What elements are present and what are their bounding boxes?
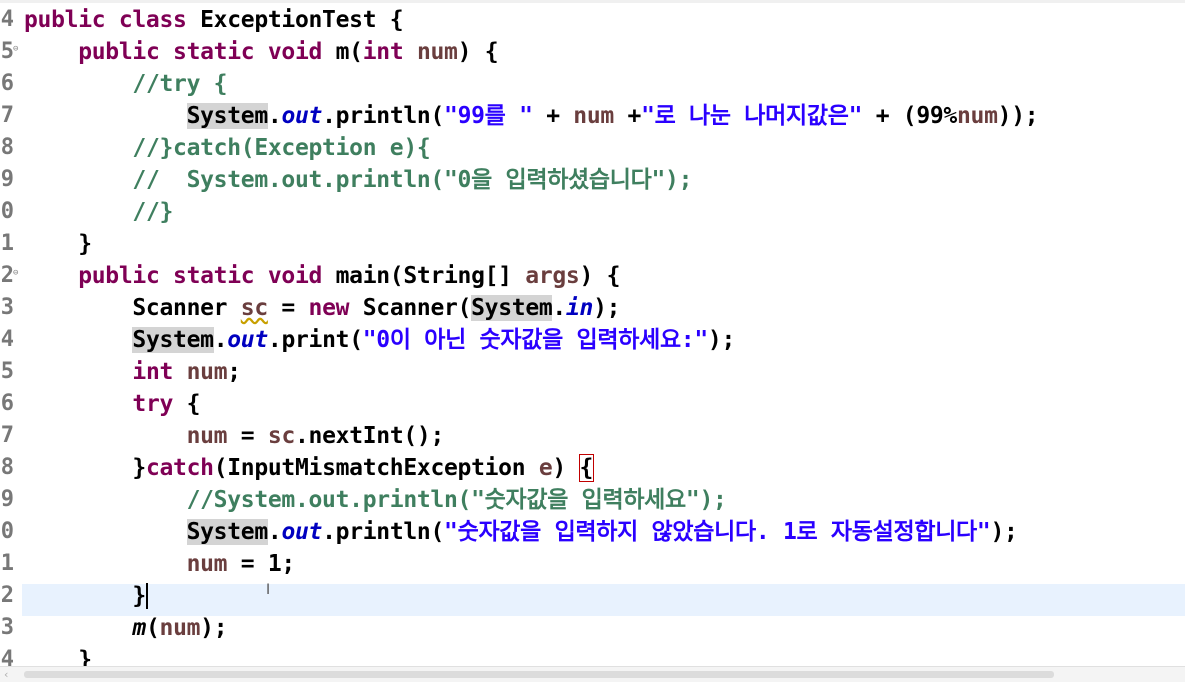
horizontal-scrollbar[interactable]: ‹ (0, 666, 1185, 682)
line-number: 4 (0, 7, 14, 32)
code-line[interactable]: 9 // System.out.println("0을 입력하셨습니다"); (0, 164, 1185, 196)
code-text[interactable]: //}catch(Exception e){ (24, 132, 430, 164)
code-line[interactable]: 4 System.out.print("0이 아닌 숫자값을 입력하세요:"); (0, 324, 1185, 356)
line-number-gutter[interactable]: 7 (0, 420, 22, 452)
code-line[interactable]: 4 public class ExceptionTest { (0, 4, 1185, 36)
line-number-gutter[interactable]: 1 (0, 548, 22, 580)
line-number: 0 (0, 199, 14, 224)
code-text[interactable]: num = 1; (24, 548, 296, 580)
code-line[interactable]: 5 ⊖ public static void m(int num) { (0, 36, 1185, 68)
line-number: 2 (0, 263, 14, 288)
line-number: 1 (0, 551, 14, 576)
line-number: 9 (0, 167, 14, 192)
code-line[interactable]: 1 num = 1; (0, 548, 1185, 580)
scrollbar-thumb[interactable] (24, 671, 1054, 678)
line-number: 7 (0, 423, 14, 448)
line-number-gutter[interactable]: 3 (0, 612, 22, 644)
code-text[interactable]: //System.out.println("숫자값을 입력하세요"); (24, 484, 727, 516)
line-number: 6 (0, 391, 14, 416)
line-number: 7 (0, 103, 14, 128)
code-text[interactable]: Scanner sc = new Scanner(System.in); (24, 292, 621, 324)
code-text[interactable]: try { (24, 388, 200, 420)
code-text[interactable]: }catch(InputMismatchException e) { (24, 452, 595, 484)
line-number-gutter[interactable]: 3 (0, 292, 22, 324)
code-editor[interactable]: 4 public class ExceptionTest { 5 ⊖ public… (0, 0, 1185, 682)
code-line[interactable]: 3 Scanner sc = new Scanner(System.in); (0, 292, 1185, 324)
line-number-gutter[interactable]: 8 (0, 132, 22, 164)
line-number: 1 (0, 231, 14, 256)
fold-collapse-icon[interactable]: ⊖ (13, 268, 18, 278)
line-number: 0 (0, 519, 14, 544)
line-number: 4 (0, 327, 14, 352)
line-number: 8 (0, 135, 14, 160)
code-text[interactable]: System.out.println("99를 " + num +"로 나눈 나… (24, 100, 1039, 132)
line-number-gutter[interactable]: 7 (0, 100, 22, 132)
code-text[interactable]: //try { (24, 68, 227, 100)
line-number: 3 (0, 615, 14, 640)
code-text[interactable]: } (24, 228, 92, 260)
code-line[interactable]: 9 //System.out.println("숫자값을 입력하세요"); (0, 484, 1185, 516)
line-number-gutter[interactable]: 8 (0, 452, 22, 484)
line-number-gutter[interactable]: 5 (0, 356, 22, 388)
code-text[interactable]: m(num); (24, 612, 227, 644)
code-text[interactable]: System.out.println("숫자값을 입력하지 않았습니다. 1로 … (24, 516, 1018, 548)
code-line[interactable]: 8 //}catch(Exception e){ (0, 132, 1185, 164)
text-cursor-icon: I (266, 582, 271, 598)
scroll-left-icon[interactable]: ‹ (4, 667, 8, 682)
code-text[interactable]: System.out.print("0이 아닌 숫자값을 입력하세요:"); (24, 324, 735, 356)
line-number-gutter[interactable]: 4 (0, 324, 22, 356)
text-caret: } (132, 583, 148, 609)
code-line[interactable]: 7 num = sc.nextInt(); (0, 420, 1185, 452)
code-text[interactable]: } (24, 580, 148, 612)
code-text[interactable]: int num; (24, 356, 241, 388)
code-line[interactable]: 6 try { (0, 388, 1185, 420)
code-text[interactable]: public class ExceptionTest { (24, 4, 404, 36)
line-number: 9 (0, 487, 14, 512)
line-number-gutter[interactable]: 0 (0, 196, 22, 228)
code-line[interactable]: 8 }catch(InputMismatchException e) { (0, 452, 1185, 484)
line-number-gutter[interactable]: 2 (0, 580, 22, 612)
fold-collapse-icon[interactable]: ⊖ (13, 44, 18, 54)
line-number-gutter[interactable]: 0 (0, 516, 22, 548)
code-text[interactable]: public static void m(int num) { (24, 36, 498, 68)
code-text[interactable]: num = sc.nextInt(); (24, 420, 445, 452)
line-number: 3 (0, 295, 14, 320)
line-number: 8 (0, 455, 14, 480)
line-number-gutter[interactable]: 9 (0, 164, 22, 196)
code-line[interactable]: 2 ⊖ public static void main(String[] args… (0, 260, 1185, 292)
line-number: 2 (0, 583, 14, 608)
line-number-gutter[interactable]: 2 ⊖ (0, 260, 22, 292)
code-text[interactable]: public static void main(String[] args) { (24, 260, 620, 292)
line-number: 5 (0, 39, 14, 64)
line-number-gutter[interactable]: 4 (0, 4, 22, 36)
code-line[interactable]: 0 System.out.println("숫자값을 입력하지 않았습니다. 1… (0, 516, 1185, 548)
code-line-current[interactable]: 2 } (0, 580, 1185, 612)
code-line[interactable]: 6 //try { (0, 68, 1185, 100)
code-text[interactable]: //} (24, 196, 173, 228)
code-text[interactable]: // System.out.println("0을 입력하셨습니다"); (24, 164, 692, 196)
code-line[interactable]: 3 m(num); (0, 612, 1185, 644)
line-number-gutter[interactable]: 5 ⊖ (0, 36, 22, 68)
line-number: 5 (0, 359, 14, 384)
line-number-gutter[interactable]: 6 (0, 388, 22, 420)
code-line[interactable]: 5 int num; (0, 356, 1185, 388)
line-number-gutter[interactable]: 1 (0, 228, 22, 260)
line-number: 6 (0, 71, 14, 96)
code-line[interactable]: 1 } (0, 228, 1185, 260)
line-number-gutter[interactable]: 9 (0, 484, 22, 516)
code-line[interactable]: 7 System.out.println("99를 " + num +"로 나눈… (0, 100, 1185, 132)
code-line[interactable]: 0 //} (0, 196, 1185, 228)
line-number-gutter[interactable]: 6 (0, 68, 22, 100)
